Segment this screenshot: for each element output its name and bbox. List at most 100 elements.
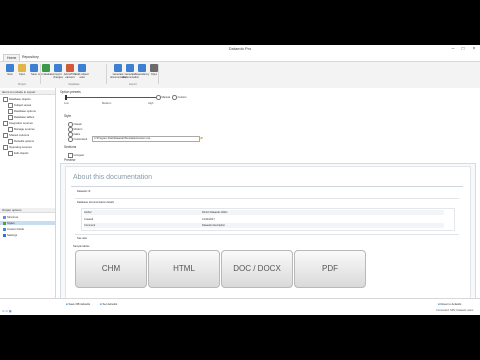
sidebar-item[interactable]: Manage sources	[8, 127, 35, 132]
output-option-label: Settings	[7, 233, 18, 237]
slider-high-label: High	[148, 102, 154, 105]
sidebar-item[interactable]: Integration sources	[3, 121, 33, 126]
style-option-modern[interactable]: Modern	[68, 127, 82, 132]
preview-row-samples: Sample tables	[73, 245, 90, 248]
checkbox-icon[interactable]	[8, 127, 13, 132]
close-button[interactable]: ×	[469, 46, 479, 53]
ribbon-button-6[interactable]: Add subject area	[75, 64, 89, 81]
save-icon	[30, 64, 38, 72]
sidebar-item[interactable]: Operating sources	[3, 145, 32, 150]
option-icon	[3, 221, 6, 225]
style-option-customized[interactable]: Customized	[68, 137, 87, 142]
set-defaults-button[interactable]: ■ Set defaults	[100, 303, 117, 306]
radio-manual[interactable]: Manual	[156, 95, 170, 100]
preview-divider	[71, 186, 463, 187]
sidebar-item-label: Edit objects	[14, 151, 29, 156]
sidebar-item[interactable]: Shared columns	[3, 133, 29, 138]
style-option-classic[interactable]: Classic	[68, 122, 82, 127]
format-chm-button[interactable]: CHM	[75, 250, 147, 288]
status-bar: ■ Save DB defaults ■ Set defaults ■ Rese…	[0, 298, 480, 315]
detail-row: Author Dimitri Dataedo Gibbs	[84, 210, 444, 215]
checkbox-icon[interactable]	[8, 139, 13, 144]
status-icons: ⊙ ⊙ ▦	[2, 309, 12, 313]
checkbox-icon[interactable]	[8, 151, 13, 156]
detail-row: Comment Dataedo description	[84, 223, 444, 228]
preview-title: About this documentation	[73, 174, 152, 181]
sidebar-item-label: Database tables	[14, 115, 35, 120]
sidebar-item-label: Defaults options	[14, 139, 35, 144]
ribbon-button-label: Add subject area	[75, 73, 89, 79]
sidebar-header-items: Items to include in export	[0, 90, 55, 95]
option-icon	[3, 227, 6, 231]
checkbox-icon[interactable]	[3, 121, 8, 126]
slider-medium-label: Medium	[102, 102, 112, 105]
ribbon: New Open Save Add database Import changes Add…	[0, 61, 480, 89]
option-icon	[3, 215, 6, 219]
dependency-icon	[138, 64, 146, 72]
checkbox-icon[interactable]	[8, 109, 13, 114]
import-icon	[54, 64, 62, 72]
sidebar-item[interactable]: Edit objects	[8, 151, 29, 156]
output-option-label: Custom fields	[7, 227, 24, 231]
sections-compact-check[interactable]: Compact	[68, 153, 84, 158]
sidebar-item[interactable]: Subject areas	[8, 103, 31, 108]
checkbox-icon[interactable]	[8, 103, 13, 108]
output-option-label: Structure	[7, 215, 19, 219]
format-html-button[interactable]: HTML	[148, 250, 220, 288]
tab-home[interactable]: Home	[3, 54, 21, 61]
style-label: Style	[64, 114, 72, 118]
sidebar-item[interactable]: Database objects	[3, 97, 31, 102]
preview-row-see-also: See also	[77, 237, 88, 240]
checkbox-icon[interactable]	[8, 115, 13, 120]
generate-doc-icon	[126, 64, 134, 72]
preview-row-details: Database documentation details	[77, 201, 115, 204]
sidebar-item-label: Manage sources	[14, 127, 35, 132]
preview-label: Preview	[64, 158, 76, 162]
ribbon-tabs: Home Repository	[0, 54, 480, 61]
save-db-defaults-button[interactable]: ■ Save DB defaults	[66, 303, 90, 306]
new-file-icon	[6, 64, 14, 72]
open-icon	[150, 64, 158, 72]
ribbon-button-label: Open	[150, 73, 158, 76]
checkbox-icon[interactable]	[3, 133, 8, 138]
generate-doc-icon	[114, 64, 122, 72]
sections-label: Sections	[64, 145, 77, 149]
output-option[interactable]: Settings	[0, 233, 55, 237]
subject-area-icon	[78, 64, 86, 72]
minimize-button[interactable]: –	[448, 46, 458, 53]
checkbox-icon[interactable]	[3, 145, 8, 150]
format-pdf-button[interactable]: PDF	[294, 250, 366, 288]
option-icon	[3, 233, 6, 237]
checkbox-icon[interactable]	[3, 97, 8, 102]
style-option-italics[interactable]: Italics	[68, 132, 80, 137]
maximize-button[interactable]: □	[458, 46, 468, 53]
sidebar-item[interactable]: Defaults options	[8, 139, 35, 144]
open-folder-icon	[18, 64, 26, 72]
radio-custom[interactable]: Custom	[172, 95, 186, 100]
reset-defaults-button[interactable]: ■ Reset to defaults	[438, 303, 461, 306]
output-option[interactable]: Styles	[0, 221, 55, 225]
ribbon-group-label: Export	[129, 83, 137, 86]
ribbon-group-separator	[40, 64, 41, 84]
output-option-label: Styles	[7, 221, 15, 225]
sidebar-header-output: Output options	[0, 208, 55, 213]
title-bar: Dataedo Pro – □ ×	[0, 45, 480, 54]
slider-knob[interactable]	[65, 95, 67, 100]
sidebar: Items to include in export Output option…	[0, 88, 56, 307]
sidebar-item-label: Database objects	[9, 97, 31, 102]
detail-row: Created 12/11/2017	[84, 218, 215, 221]
preset-slider[interactable]	[65, 95, 156, 100]
sidebar-item[interactable]: Database tables	[8, 115, 35, 120]
format-doc-button[interactable]: DOC / DOCX	[221, 250, 293, 288]
preview-row-dataedo: Dataedo v6	[77, 190, 91, 193]
app-window: Dataedo Pro – □ × Home Repository New Ope…	[0, 45, 480, 315]
style-file-input[interactable]: C:\Program Files\Dataedo\Templates\custo…	[92, 136, 200, 142]
main-panel: Option presets Low Medium High Manual Cu…	[56, 88, 480, 309]
output-option[interactable]: Custom fields	[0, 227, 55, 231]
sidebar-item-label: Integration sources	[9, 121, 33, 126]
sidebar-item[interactable]: Database options	[8, 109, 36, 114]
folder-icon[interactable]: ▰	[200, 136, 203, 140]
preview-pane: About this documentation Dataedo v6 Data…	[60, 163, 476, 309]
tab-repository[interactable]: Repository	[19, 54, 42, 61]
output-option[interactable]: Structure	[0, 215, 55, 219]
